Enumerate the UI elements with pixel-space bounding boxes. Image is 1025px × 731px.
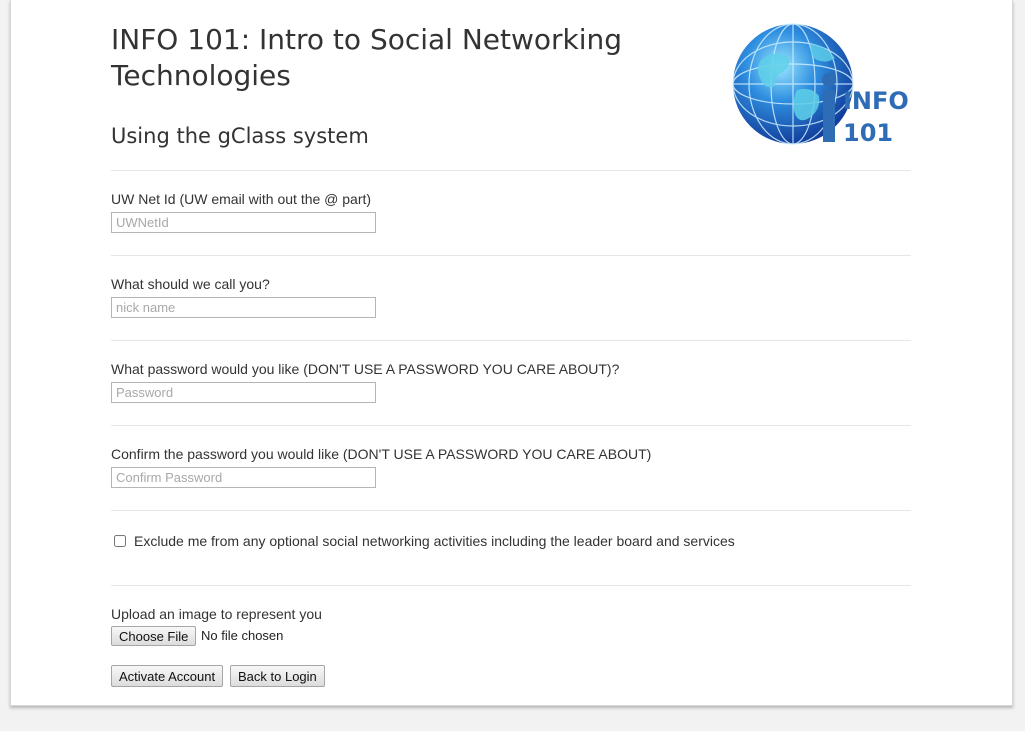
netid-input[interactable]: [111, 212, 376, 233]
nickname-input[interactable]: [111, 297, 376, 318]
logo-text-info: INFO: [843, 87, 909, 115]
back-to-login-button[interactable]: Back to Login: [230, 665, 325, 687]
exclude-label: Exclude me from any optional social netw…: [134, 533, 735, 549]
divider: [111, 425, 911, 426]
choose-file-button[interactable]: Choose File: [111, 626, 197, 646]
file-status: No file chosen: [201, 628, 284, 643]
divider: [111, 585, 911, 586]
exclude-row: Exclude me from any optional social netw…: [114, 533, 735, 549]
password-label: What password would you like (DON'T USE …: [111, 361, 620, 377]
divider: [111, 255, 911, 256]
confirm-password-input[interactable]: [111, 467, 376, 488]
info101-logo: INFO 101: [731, 20, 926, 148]
netid-label: UW Net Id (UW email with out the @ part): [111, 191, 372, 207]
logo-text-101: 101: [843, 119, 894, 147]
divider: [111, 170, 911, 171]
globe-icon: [732, 23, 854, 145]
nickname-label: What should we call you?: [111, 276, 270, 292]
upload-label: Upload an image to represent you: [111, 606, 322, 622]
activate-account-button[interactable]: Activate Account: [111, 665, 224, 687]
page-card: INFO 101: Intro to Social Networking Tec…: [10, 0, 1013, 706]
divider: [111, 340, 911, 341]
divider: [111, 510, 911, 511]
page-subtitle: Using the gClass system: [111, 124, 369, 148]
page-title: INFO 101: Intro to Social Networking Tec…: [111, 23, 623, 92]
password-input[interactable]: [111, 382, 376, 403]
confirm-password-label: Confirm the password you would like (DON…: [111, 446, 652, 462]
exclude-checkbox[interactable]: [114, 535, 126, 547]
